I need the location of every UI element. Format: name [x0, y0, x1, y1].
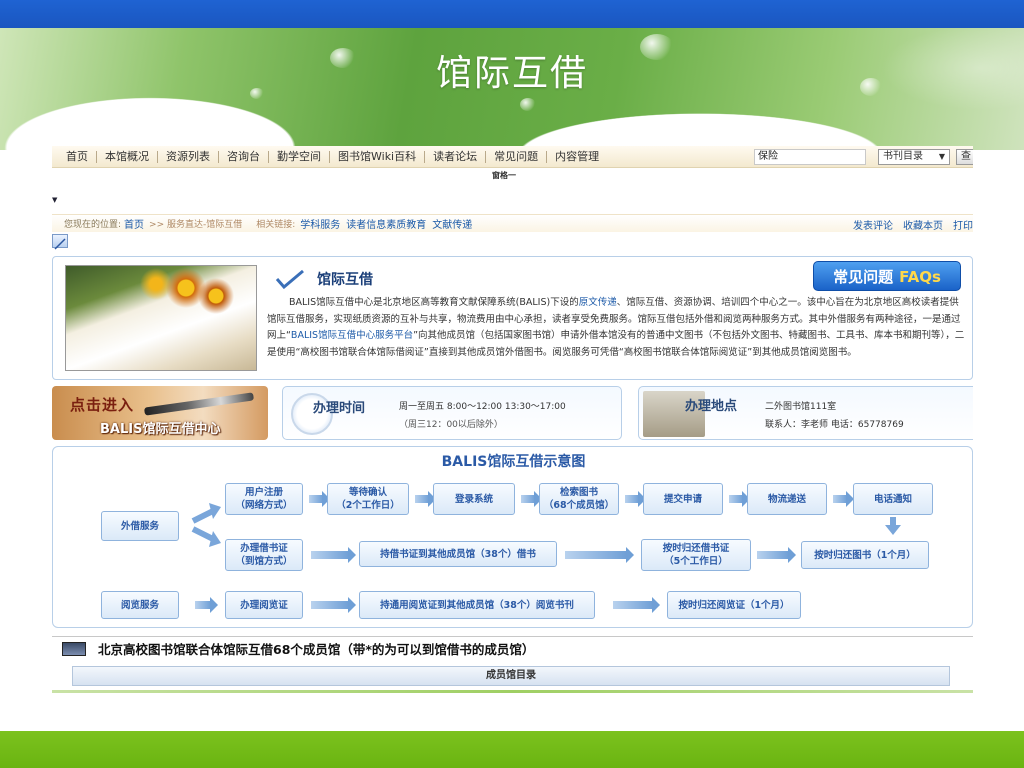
related-link-subject-service[interactable]: 学科服务 [300, 216, 340, 231]
flow-arrow [309, 491, 330, 507]
green-divider [52, 690, 973, 693]
intro-title: 馆际互借 [317, 272, 373, 288]
flow-step-phone-notice: 电话通知 [853, 483, 933, 515]
hours-panel: 办理时间 周一至周五 8:00～12:00 13:30～17:00 （周三12：… [282, 386, 622, 440]
faq-button-en: FAQs [899, 268, 941, 286]
nav-item-faq[interactable]: 常见问题 [486, 150, 548, 163]
members-header: 北京高校图书馆联合体馆际互借68个成员馆（带*的为可以到馆借书的成员馆） [52, 636, 973, 660]
hours-exception: （周三12：00以后除外） [399, 420, 503, 430]
nav-item-help-desk[interactable]: 咨询台 [219, 150, 269, 163]
flow-arrow [625, 491, 646, 507]
hours-title: 办理时间 [313, 401, 366, 416]
flow-step-submit: 提交申请 [643, 483, 723, 515]
nav-item-about[interactable]: 本馆概况 [97, 150, 158, 163]
nav-item-resources[interactable]: 资源列表 [158, 150, 219, 163]
location-title: 办理地点 [685, 399, 738, 414]
hours-weekdays: 周一至周五 8:00～12:00 13:30～17:00 [399, 402, 566, 412]
slide: 馆际互借 首页 本馆概况 资源列表 咨询台 勤学空间 图书馆Wiki百科 读者论… [0, 0, 1024, 768]
slide-title: 馆际互借 [435, 53, 588, 94]
flow-arrow [833, 491, 854, 507]
branch-arrows-icon [191, 503, 221, 547]
flow-arrow [415, 491, 436, 507]
faq-button-cn: 常见问题 [833, 268, 894, 286]
document-delivery-link[interactable]: 原文传递 [579, 297, 617, 308]
enter-banner-title: 点击进入 [70, 396, 135, 414]
flow-read-service: 阅览服务 [101, 591, 179, 619]
top-blue-bar [0, 0, 1024, 28]
members-title: 北京高校图书馆联合体馆际互借68个成员馆（带*的为可以到馆借书的成员馆） [98, 642, 535, 657]
window-label: 窗格一 [492, 171, 516, 180]
location-contact: 联系人：李老师 电话：65778769 [765, 420, 904, 430]
faq-button[interactable]: 常见问题 FAQs [813, 261, 961, 291]
nav-item-forum[interactable]: 读者论坛 [425, 150, 487, 163]
nav-item-content-admin[interactable]: 内容管理 [547, 150, 607, 163]
breadcrumb-home-link[interactable]: 首页 [124, 216, 144, 231]
flow-step-return-reading-card: 按时归还阅览证（1个月） [667, 591, 801, 619]
breadcrumb-path: >> 服务直达-馆际互借 [149, 220, 243, 230]
print-link[interactable]: 打印 [953, 217, 973, 232]
fountain-pen-icon [143, 392, 255, 416]
breadcrumb-prefix: 您现在的位置: [64, 220, 122, 230]
flow-step-return-books: 按时归还图书（1个月） [801, 541, 929, 569]
bottom-green-bar [0, 731, 1024, 768]
water-drop [520, 98, 536, 111]
pencil-icon[interactable] [52, 234, 68, 250]
flow-step-delivery: 物流递送 [747, 483, 827, 515]
related-link-document-delivery[interactable]: 文献传递 [432, 216, 472, 231]
members-catalog-header[interactable]: 成员馆目录 [72, 666, 950, 686]
flow-step-search: 检索图书 （68个成员馆） [539, 483, 619, 515]
flow-lend-service: 外借服务 [101, 511, 179, 541]
book-flower-photo [65, 265, 257, 371]
nav-item-wiki[interactable]: 图书馆Wiki百科 [330, 150, 426, 163]
monitor-icon [62, 641, 86, 656]
flow-arrow [613, 597, 660, 613]
flow-arrow [311, 547, 356, 563]
catalog-select[interactable]: 书刊目录 ▼ [878, 149, 950, 165]
balis-platform-link[interactable]: BALIS馆际互借中心服务平台 [291, 330, 413, 341]
flow-step-reading-card: 办理阅览证 [225, 591, 303, 619]
pen-check-icon [275, 269, 304, 289]
flow-step-library-card: 办理借书证 （到馆方式） [225, 539, 303, 571]
comment-link[interactable]: 发表评论 [853, 217, 893, 232]
location-room: 二外图书馆111室 [765, 402, 837, 412]
bookmark-link[interactable]: 收藏本页 [903, 217, 943, 232]
flow-arrow [195, 597, 218, 613]
search-input[interactable]: 保险 [754, 149, 866, 165]
breadcrumb: 您现在的位置: 首页 >> 服务直达-馆际互借 相关链接: 学科服务 读者信息素… [52, 214, 973, 232]
search-button[interactable]: 查 [956, 149, 973, 165]
flow-arrow [565, 547, 634, 563]
flow-step-return-card: 按时归还借书证 （5个工作日） [641, 539, 751, 571]
intro-text-part: BALIS馆际互借中心是北京地区高等教育文献保障系统(BALIS)下设的 [289, 297, 579, 308]
related-link-info-literacy[interactable]: 读者信息素质教育 [346, 216, 426, 231]
caret-down-icon[interactable]: ▼ [52, 196, 57, 204]
flow-arrow [311, 597, 356, 613]
flow-step-register: 用户注册 （网络方式） [225, 483, 303, 515]
flow-step-read-at-member: 持通用阅览证到其他成员馆（38个）阅览书刊 [359, 591, 595, 619]
top-nav: 首页 本馆概况 资源列表 咨询台 勤学空间 图书馆Wiki百科 读者论坛 常见问… [52, 146, 973, 168]
nav-item-study-space[interactable]: 勤学空间 [269, 150, 330, 163]
website-screenshot: 首页 本馆概况 资源列表 咨询台 勤学空间 图书馆Wiki百科 读者论坛 常见问… [52, 146, 973, 694]
catalog-select-value: 书刊目录 [883, 151, 923, 162]
flow-diagram: BALIS馆际互借示意图 外借服务 阅览服务 用户注册 （网络方式） 等待确认 … [52, 446, 973, 628]
enter-banner-subtitle: BALIS馆际互借中心 [100, 422, 221, 437]
enter-balis-banner[interactable]: 点击进入 BALIS馆际互借中心 [52, 386, 268, 440]
flow-step-wait-confirm: 等待确认 （2个工作日） [327, 483, 409, 515]
nav-item-home[interactable]: 首页 [52, 150, 97, 163]
flow-arrow [757, 547, 796, 563]
flow-step-borrow-at-member: 持借书证到其他成员馆（38个）借书 [359, 541, 557, 567]
flow-title: BALIS馆际互借示意图 [441, 454, 586, 470]
page-actions: 发表评论 收藏本页 打印 [843, 215, 973, 233]
chevron-down-icon: ▼ [938, 152, 945, 161]
flow-step-login: 登录系统 [433, 483, 515, 515]
intro-panel: 馆际互借 常见问题 FAQs BALIS馆际互借中心是北京地区高等教育文献保障系统… [52, 256, 973, 380]
flow-arrow [521, 491, 542, 507]
flow-arrow [729, 491, 750, 507]
arrow-down-icon [885, 517, 901, 535]
location-panel: 办理地点 二外图书馆111室 联系人：李老师 电话：65778769 [638, 386, 973, 440]
related-links-label: 相关链接: [256, 220, 296, 230]
intro-text: BALIS馆际互借中心是北京地区高等教育文献保障系统(BALIS)下设的原文传递… [267, 295, 967, 361]
